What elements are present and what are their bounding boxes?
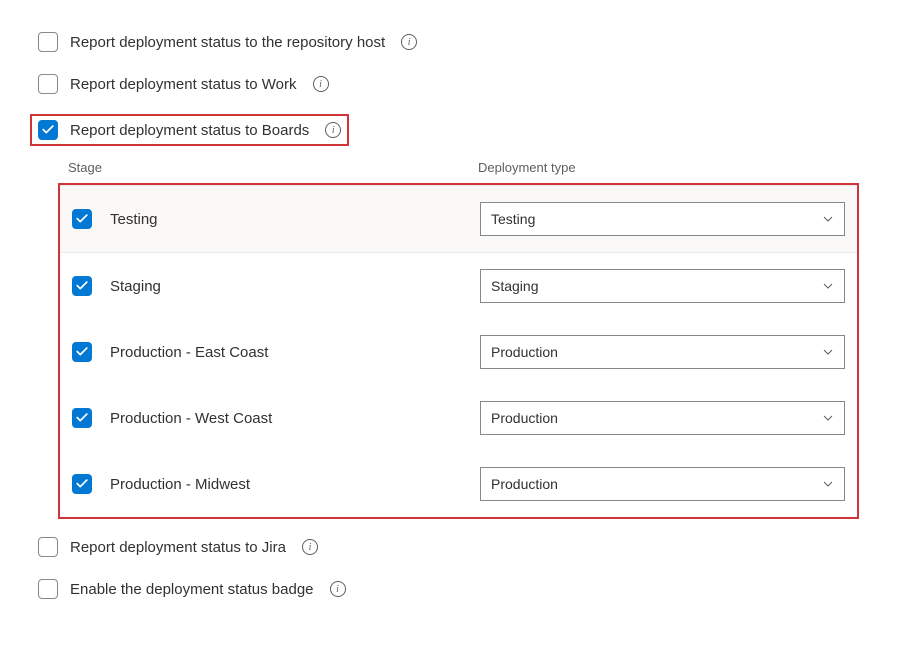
dropdown-deployment-type[interactable]: Production (480, 335, 845, 369)
checkbox-work[interactable] (38, 74, 58, 94)
stages-section: Stage Deployment type Testing Testing (58, 160, 859, 519)
dropdown-deployment-type[interactable]: Testing (480, 202, 845, 236)
info-icon[interactable]: i (313, 76, 329, 92)
label-badge: Enable the deployment status badge (70, 581, 314, 598)
checkmark-icon (41, 123, 55, 137)
checkbox-jira[interactable] (38, 537, 58, 557)
option-badge: Enable the deployment status badge i (38, 577, 859, 601)
checkbox-stage-prod-west[interactable] (72, 408, 92, 428)
dropdown-deployment-type[interactable]: Staging (480, 269, 845, 303)
dropdown-value: Staging (491, 278, 538, 294)
stage-name: Staging (110, 278, 161, 295)
checkbox-boards[interactable] (38, 120, 58, 140)
checkmark-icon (75, 411, 89, 425)
table-row: Staging Staging (60, 253, 857, 319)
checkmark-icon (75, 212, 89, 226)
chevron-down-icon (822, 346, 834, 358)
label-repo-host: Report deployment status to the reposito… (70, 34, 385, 51)
dropdown-deployment-type[interactable]: Production (480, 401, 845, 435)
checkbox-repo-host[interactable] (38, 32, 58, 52)
dropdown-value: Production (491, 476, 558, 492)
dropdown-value: Testing (491, 211, 535, 227)
dropdown-deployment-type[interactable]: Production (480, 467, 845, 501)
table-row: Production - Midwest Production (60, 451, 857, 517)
label-jira: Report deployment status to Jira (70, 539, 286, 556)
dropdown-value: Production (491, 410, 558, 426)
header-stage: Stage (68, 160, 478, 175)
info-icon[interactable]: i (302, 539, 318, 555)
info-icon[interactable]: i (325, 122, 341, 138)
option-boards-highlighted: Report deployment status to Boards i (30, 114, 349, 146)
info-icon[interactable]: i (401, 34, 417, 50)
dropdown-value: Production (491, 344, 558, 360)
label-boards: Report deployment status to Boards (70, 122, 309, 139)
checkmark-icon (75, 477, 89, 491)
option-jira: Report deployment status to Jira i (38, 535, 859, 559)
stage-name: Production - Midwest (110, 476, 250, 493)
chevron-down-icon (822, 478, 834, 490)
label-work: Report deployment status to Work (70, 76, 297, 93)
table-row: Testing Testing (60, 185, 857, 253)
checkbox-stage-prod-east[interactable] (72, 342, 92, 362)
stage-name: Testing (110, 211, 158, 228)
option-work: Report deployment status to Work i (38, 72, 859, 96)
stages-header: Stage Deployment type (58, 160, 859, 183)
table-row: Production - West Coast Production (60, 385, 857, 451)
chevron-down-icon (822, 280, 834, 292)
chevron-down-icon (822, 412, 834, 424)
table-row: Production - East Coast Production (60, 319, 857, 385)
checkbox-stage-prod-midwest[interactable] (72, 474, 92, 494)
stage-name: Production - West Coast (110, 410, 272, 427)
checkbox-stage-testing[interactable] (72, 209, 92, 229)
checkmark-icon (75, 345, 89, 359)
checkbox-stage-staging[interactable] (72, 276, 92, 296)
checkbox-badge[interactable] (38, 579, 58, 599)
info-icon[interactable]: i (330, 581, 346, 597)
header-deployment-type: Deployment type (478, 160, 849, 175)
checkmark-icon (75, 279, 89, 293)
chevron-down-icon (822, 213, 834, 225)
stages-grid-highlighted: Testing Testing Staging Staging (58, 183, 859, 519)
option-repo-host: Report deployment status to the reposito… (38, 30, 859, 54)
stage-name: Production - East Coast (110, 344, 268, 361)
